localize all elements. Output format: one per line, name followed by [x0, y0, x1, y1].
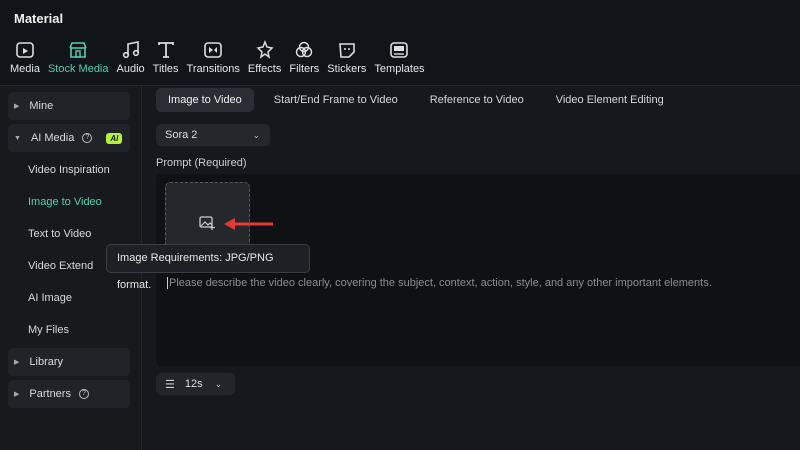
tool-transitions[interactable]: Transitions: [183, 40, 244, 75]
sidebar-item-my-files[interactable]: My Files: [28, 324, 69, 336]
help-icon[interactable]: ?: [78, 389, 89, 399]
ai-badge: AI: [106, 132, 123, 144]
text-t-icon: [157, 42, 174, 58]
sidebar-group-partners[interactable]: ▶ Partners?: [8, 380, 130, 408]
tool-audio[interactable]: Audio: [113, 40, 149, 75]
tool-stickers[interactable]: Stickers: [323, 40, 370, 75]
template-icon: [390, 42, 409, 58]
media-icon: [16, 42, 34, 58]
panel-title: Material: [14, 11, 64, 26]
sticker-icon: [338, 43, 355, 58]
settings-sliders-icon: ☰: [165, 378, 175, 391]
tab-image-to-video[interactable]: Image to Video: [156, 88, 254, 112]
image-requirements-tooltip: Image Requirements: JPG/PNG format.: [106, 244, 310, 291]
stock-media-icon: [69, 42, 87, 58]
sidebar-group-ai-media[interactable]: ▼ AI Media? AI: [8, 124, 130, 152]
sidebar-item-image-to-video[interactable]: Image to Video: [28, 196, 102, 208]
duration-select[interactable]: ☰ 12s ⌄: [156, 373, 235, 395]
duration-value: 12s: [184, 378, 203, 390]
tool-label: Filters: [289, 63, 320, 75]
tool-label: Templates: [374, 63, 425, 75]
tab-start-end-frame[interactable]: Start/End Frame to Video: [262, 88, 410, 112]
sidebar-group-label: Mine: [29, 100, 54, 112]
filter-icon: [296, 41, 313, 58]
tool-filters[interactable]: Filters: [285, 40, 323, 75]
tool-label: Titles: [152, 63, 179, 75]
sidebar-group-label: Library: [29, 356, 64, 368]
tool-label: Media: [10, 63, 40, 75]
tool-stock-media[interactable]: Stock Media: [44, 40, 113, 75]
sidebar-group-label: AI Media: [30, 132, 75, 144]
tool-label: Stock Media: [47, 63, 109, 75]
sidebar-item-ai-image[interactable]: AI Image: [28, 292, 72, 304]
tool-templates[interactable]: Templates: [370, 40, 428, 75]
sidebar-item-text-to-video[interactable]: Text to Video: [28, 228, 91, 240]
tool-titles[interactable]: Titles: [149, 40, 183, 75]
prompt-placeholder: Please describe the video clearly, cover…: [167, 277, 712, 289]
red-arrow-annotation: [224, 218, 273, 230]
expand-arrow-icon: ▶: [14, 391, 20, 398]
tool-label: Audio: [116, 63, 145, 75]
tool-label: Transitions: [186, 63, 240, 75]
model-select[interactable]: Sora 2 ⌄: [156, 124, 270, 146]
tool-label: Stickers: [327, 63, 367, 75]
model-value: Sora 2: [165, 129, 198, 141]
transition-icon: [204, 42, 223, 58]
tab-reference-to-video[interactable]: Reference to Video: [418, 88, 536, 112]
prompt-label: Prompt (Required): [156, 157, 247, 169]
header: Material Media Stock Media Audio Titles …: [0, 0, 800, 86]
star-icon: [256, 40, 274, 59]
help-icon[interactable]: ?: [82, 133, 93, 143]
tool-media[interactable]: Media: [6, 40, 44, 75]
sidebar-item-video-inspiration[interactable]: Video Inspiration: [28, 164, 110, 176]
expand-arrow-icon: ▶: [14, 359, 20, 366]
sidebar-group-library[interactable]: ▶ Library: [8, 348, 130, 376]
chevron-down-icon: ⌄: [252, 130, 260, 140]
sidebar-group-label: Partners: [29, 388, 71, 400]
toolbar: Media Stock Media Audio Titles Transitio…: [6, 40, 429, 75]
sidebar-item-video-extend[interactable]: Video Extend: [28, 260, 93, 272]
chevron-down-icon: ⌄: [214, 378, 223, 389]
expand-arrow-icon: ▶: [14, 103, 20, 110]
tool-effects[interactable]: Effects: [244, 40, 285, 75]
sidebar-group-mine[interactable]: ▶ Mine: [8, 92, 130, 120]
collapse-arrow-icon: ▼: [14, 134, 21, 142]
music-note-icon: [122, 41, 139, 59]
tab-video-element-editing[interactable]: Video Element Editing: [544, 88, 676, 112]
add-image-icon: [199, 216, 215, 230]
tool-label: Effects: [247, 63, 282, 75]
tab-bar: Image to Video Start/End Frame to Video …: [156, 88, 684, 112]
